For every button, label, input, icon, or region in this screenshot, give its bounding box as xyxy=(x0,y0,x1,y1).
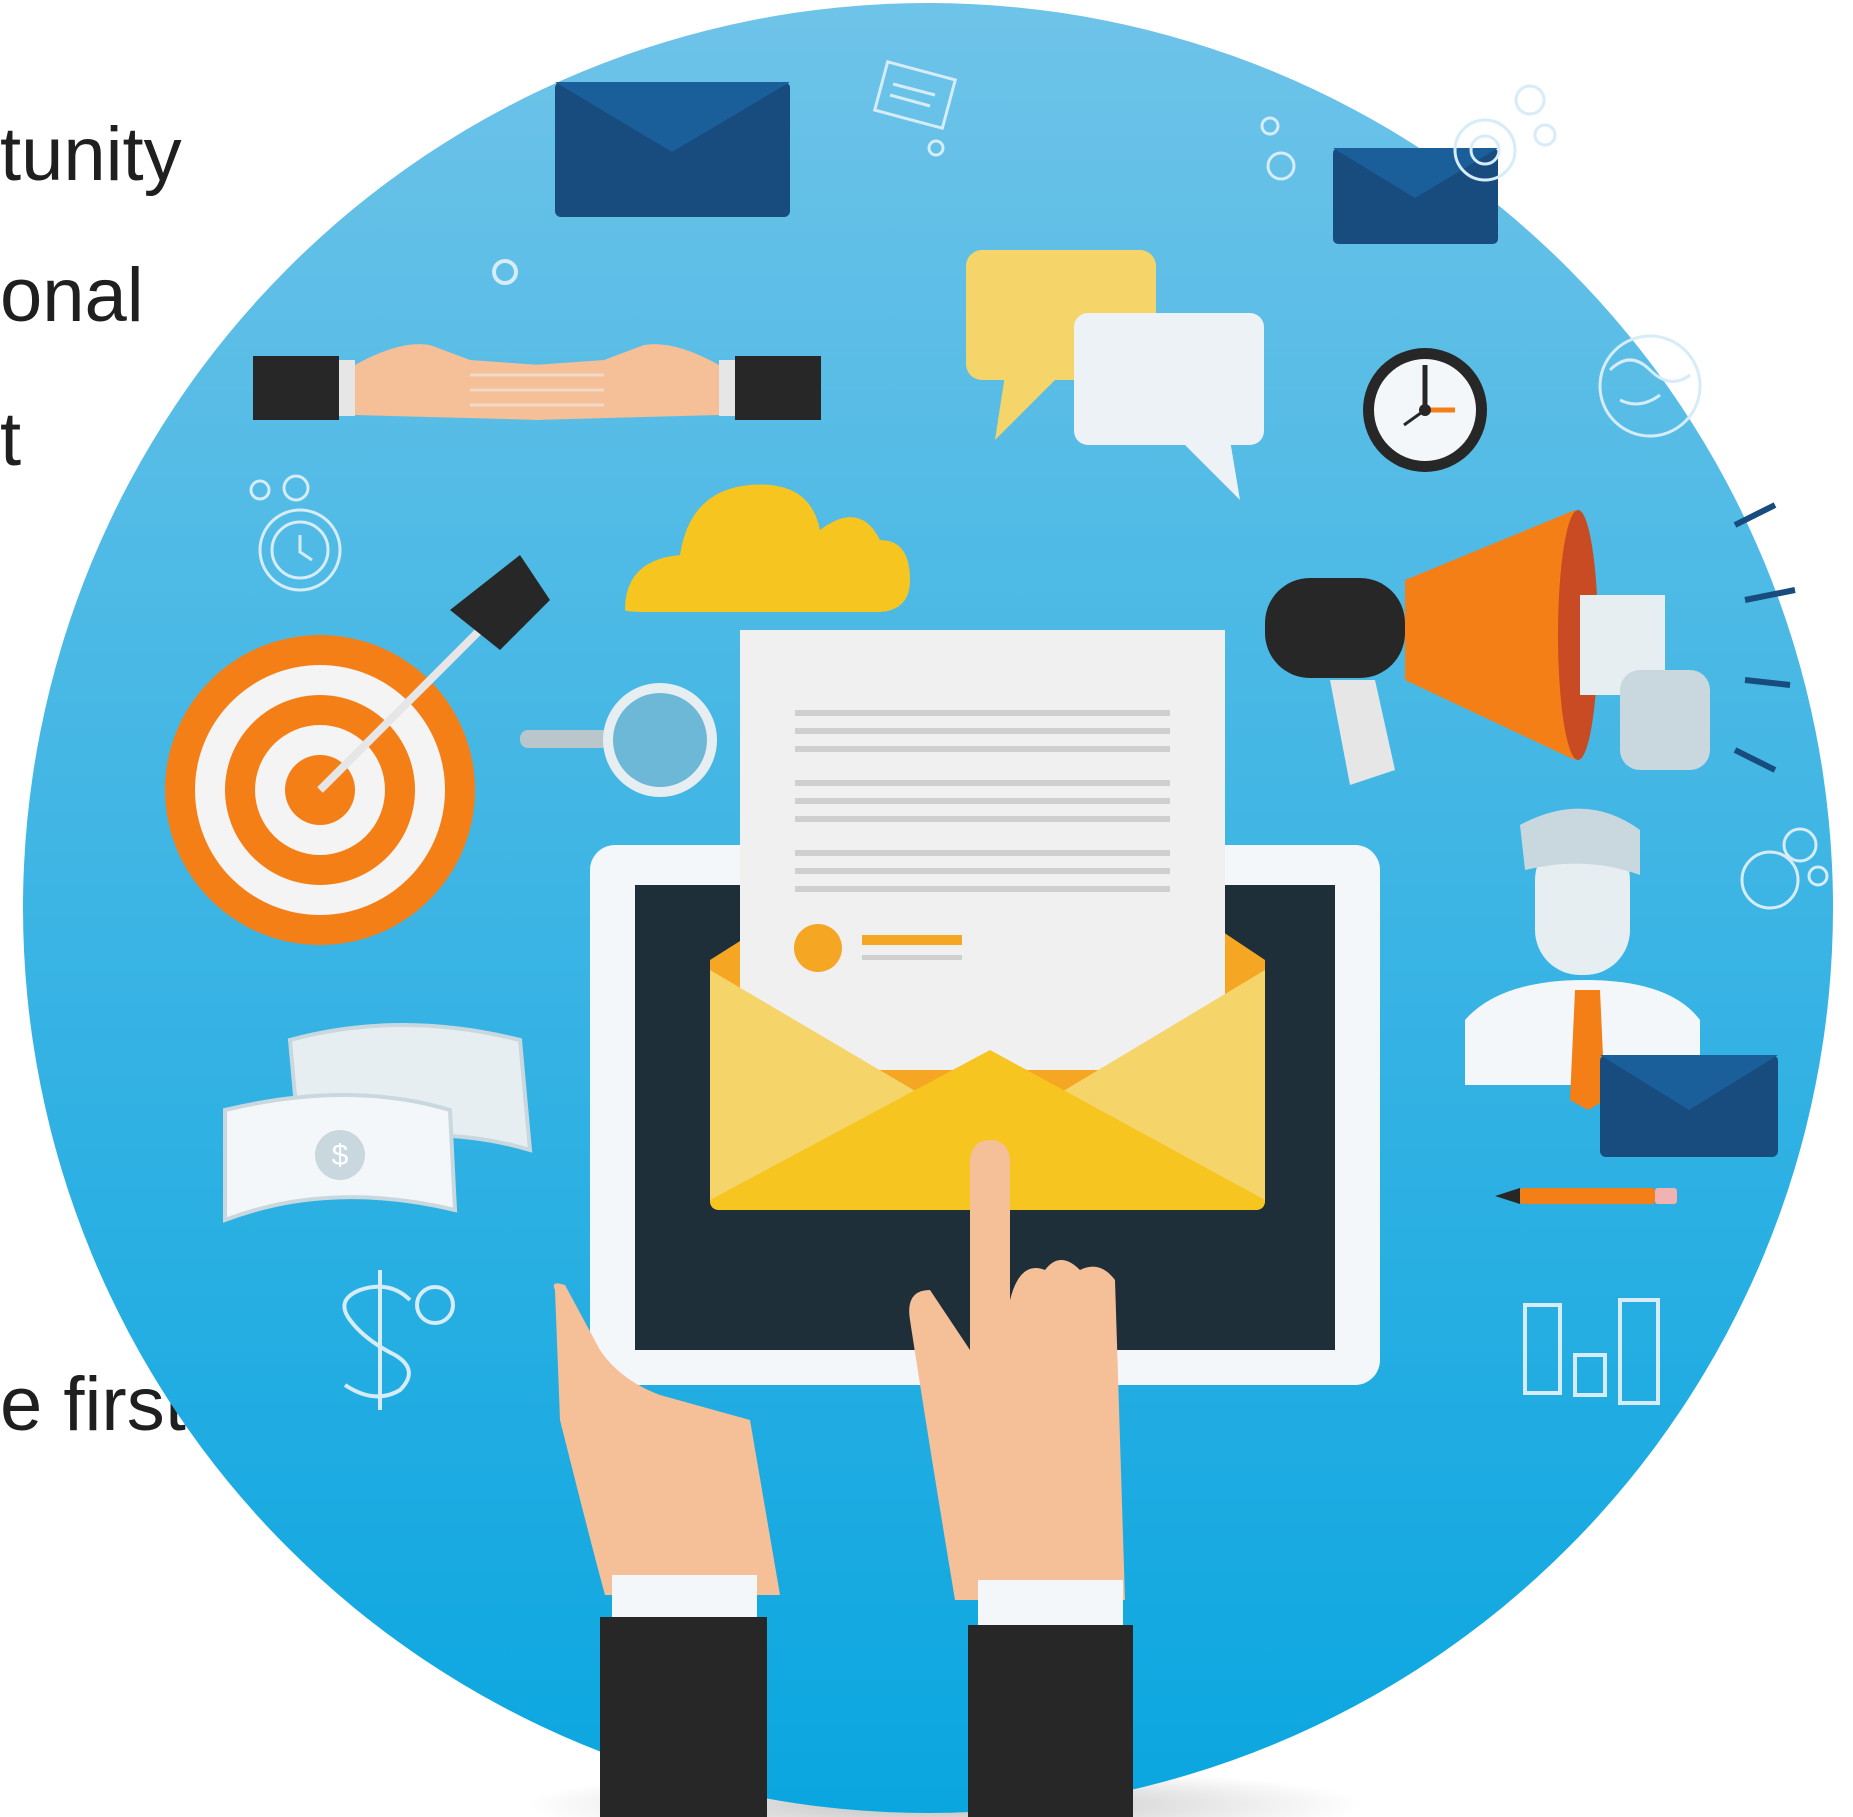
svg-text:$: $ xyxy=(332,1139,349,1172)
email-envelope-icon xyxy=(1333,148,1498,244)
email-envelope-icon xyxy=(555,82,790,217)
clock-icon xyxy=(1363,348,1487,472)
pencil-icon xyxy=(1495,1188,1677,1204)
email-marketing-illustration: $ xyxy=(23,3,1833,1817)
email-envelope-icon xyxy=(710,630,1265,1210)
email-envelope-icon xyxy=(1600,1055,1778,1157)
